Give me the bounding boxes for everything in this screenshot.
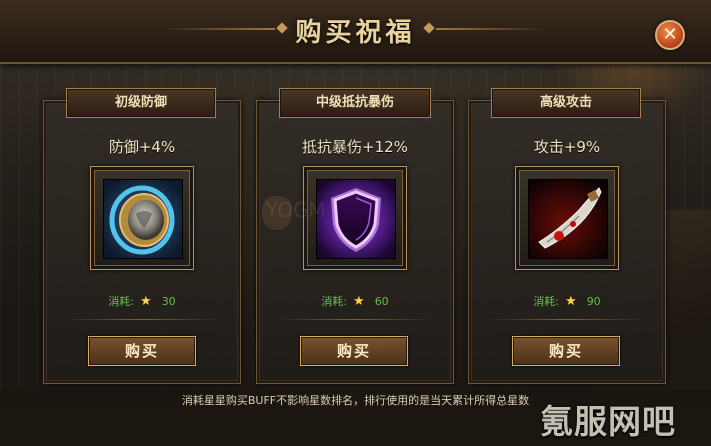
card-divider	[275, 319, 435, 320]
card-divider	[62, 319, 222, 320]
cost-row: 消耗: ★ 60	[257, 293, 453, 309]
title-bar: 购买祝福	[0, 0, 711, 64]
cost-value: 60	[374, 295, 389, 308]
effect-text: 防御+4%	[108, 138, 176, 156]
purple-shield-icon	[316, 179, 396, 259]
cost-label: 消耗:	[321, 295, 348, 308]
cost-row: 消耗: ★ 90	[469, 293, 665, 309]
card-divider	[487, 319, 647, 320]
star-icon: ★	[353, 294, 365, 309]
buy-blessing-dialog: 购买祝福 ✕ 防御+4% 消耗: ★ 30 初级防御 购买 抵抗暴伤+12% 消…	[0, 0, 711, 446]
dialog-title: 购买祝福	[295, 18, 416, 48]
buy-button-crit-resist[interactable]: 购买	[300, 336, 408, 366]
close-button[interactable]: ✕	[655, 20, 685, 50]
buy-button-attack[interactable]: 购买	[512, 336, 620, 366]
site-watermark: 氪服网吧	[540, 402, 676, 441]
buy-button-defense[interactable]: 购买	[88, 336, 196, 366]
cost-row: 消耗: ★ 30	[44, 293, 240, 309]
card-title-crit-resist: 中级抵抗暴伤	[279, 88, 431, 118]
star-icon: ★	[140, 294, 152, 309]
cost-value: 90	[586, 295, 601, 308]
cost-value: 30	[161, 295, 176, 308]
cost-label: 消耗:	[533, 295, 560, 308]
icon-frame-attack	[515, 166, 619, 270]
card-title-defense: 初级防御	[66, 88, 216, 118]
title-ornament-right	[436, 28, 546, 30]
cost-label: 消耗:	[108, 295, 135, 308]
close-icon: ✕	[662, 24, 678, 45]
shield-round-icon	[103, 179, 183, 259]
effect-text: 攻击+9%	[533, 138, 601, 156]
watermark-text: YOGM	[266, 198, 326, 222]
effect-text: 抵抗暴伤+12%	[302, 138, 408, 156]
bloody-blade-icon	[528, 179, 608, 259]
icon-frame-defense	[90, 166, 194, 270]
star-icon: ★	[565, 294, 577, 309]
card-title-attack: 高级攻击	[491, 88, 641, 118]
